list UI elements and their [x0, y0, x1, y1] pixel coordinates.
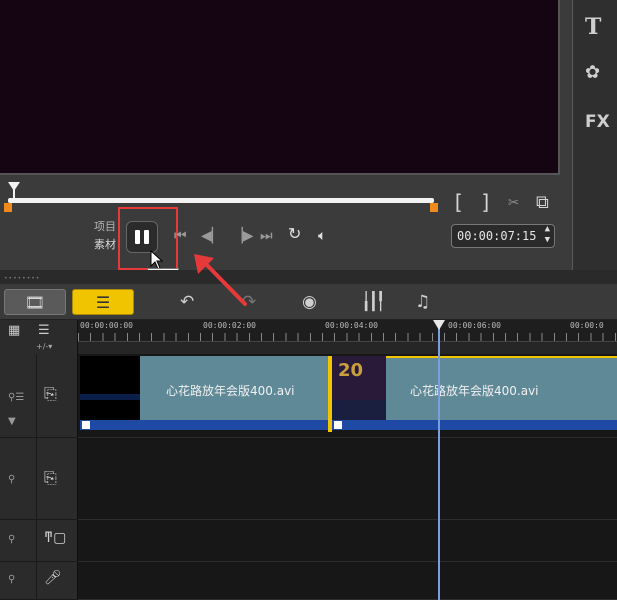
title-track-header: ⚲ ͳ▢ — [0, 520, 78, 562]
timecode-stepper-icon[interactable]: ▲ ▼ — [545, 224, 550, 246]
mode-project[interactable]: 项目 — [88, 218, 116, 236]
ruler-tick-label: 00:00:0 — [570, 321, 604, 330]
clip-thumbnail: 20 — [332, 356, 386, 420]
track-header-divider — [36, 562, 37, 599]
title-icon[interactable]: T — [585, 14, 601, 40]
ruler-tick-label: 00:00:06:00 — [448, 321, 501, 330]
overlay-track-icon: ⎘ — [44, 468, 57, 487]
track-header-controls: ▦ ☰ +/-▾ — [0, 320, 78, 354]
highlight-box — [118, 207, 178, 270]
video-track-header: ⚲☰ ▼ ⎘ — [0, 354, 78, 438]
voice-track-icon: 🎤︎ — [44, 570, 62, 586]
library-side-panel: T ✿ FX — [572, 0, 617, 270]
clip-name: 心花路放年会版400.avi — [166, 384, 295, 398]
timecode-value: 00:00:07:15 — [457, 229, 537, 243]
next-frame-icon[interactable]: ▕▶ — [232, 228, 254, 244]
audio-strip — [80, 420, 330, 430]
mouse-cursor-icon — [150, 250, 164, 270]
video-track-icon: ⎘ — [44, 384, 57, 403]
trim-end-marker[interactable] — [430, 203, 438, 212]
track-manager-icon[interactable]: ▦ — [8, 323, 20, 338]
thumbnail-art: 20 — [338, 360, 364, 381]
prev-frame-icon[interactable]: ◀▏ — [201, 228, 223, 244]
auto-music-icon[interactable]: ♫ — [415, 292, 430, 312]
annotation-arrow-icon — [194, 254, 247, 306]
storyboard-view-button[interactable]: 🎞︎ — [4, 289, 66, 315]
overlay-track-header: ⚲ ⎘ — [0, 438, 78, 520]
clip-name: 心花路放年会版400.avi — [410, 384, 539, 398]
audio-mark-icon — [82, 421, 90, 429]
scrubber-head[interactable] — [8, 182, 20, 202]
timeline-view-button[interactable]: ☰ — [72, 289, 134, 315]
ruler-gap — [78, 342, 617, 354]
overlay-track-lane[interactable] — [78, 438, 617, 520]
track-header-divider — [36, 438, 37, 519]
ruler-ticks — [78, 333, 617, 341]
voice-track-header: ⚲ 🎤︎ — [0, 562, 78, 600]
repeat-icon[interactable]: ↻ — [288, 226, 301, 242]
timeline-toolbar: 🎞︎ ☰ ↶ ↷ ◉ ╽┃╿ ♫ — [0, 284, 617, 320]
ruler-tick-label: 00:00:00:00 — [80, 321, 133, 330]
scrubber-track[interactable] — [8, 198, 434, 203]
timeline-ruler[interactable]: 00:00:00:00 00:00:02:00 00:00:04:00 00:0… — [78, 320, 617, 342]
title-track-icon: ͳ▢ — [44, 530, 67, 546]
audio-mark-icon — [334, 421, 342, 429]
voice-track-lane[interactable] — [78, 562, 617, 600]
mark-out-icon[interactable]: ] — [480, 192, 492, 212]
split-clip-icon[interactable]: ✂ — [508, 193, 519, 213]
clip-thumbnail — [80, 356, 140, 420]
playhead-handle[interactable] — [433, 320, 445, 330]
enlarge-preview-icon[interactable]: ⧉ — [536, 193, 549, 213]
track-list-icon[interactable]: ☰ — [38, 323, 50, 338]
end-icon[interactable]: ⏭ — [260, 228, 273, 244]
ruler-tick-label: 00:00:04:00 — [325, 321, 378, 330]
mode-clip[interactable]: 素材 — [88, 236, 116, 254]
splitter-grip-icon[interactable]: •••••••• — [4, 275, 40, 282]
track-header-divider — [36, 520, 37, 561]
trim-start-marker[interactable] — [4, 203, 12, 212]
ripple-edit-icon[interactable]: ⚲☰ — [8, 392, 24, 403]
panel-splitter[interactable]: •••••••• — [0, 270, 617, 284]
preview-screen — [0, 0, 560, 175]
track-visibility-icon[interactable]: ⚲ — [8, 474, 15, 485]
graphics-icon[interactable]: ✿ — [585, 62, 600, 83]
play-mode-selector[interactable]: 项目 素材 — [88, 218, 116, 254]
ruler-tick-label: 00:00:02:00 — [203, 321, 256, 330]
collapse-icon[interactable]: ▼ — [8, 416, 16, 427]
track-visibility-icon[interactable]: ⚲ — [8, 534, 15, 545]
preview-panel: [ ] ✂ ⧉ 项目 素材 ⏮ ◀▏ ▕▶ ⏭ ↻ 🔈︎ 00:00:07:15… — [0, 0, 572, 270]
track-visibility-icon[interactable]: ⚲ — [8, 574, 15, 585]
volume-icon[interactable]: 🔈︎ — [318, 228, 326, 244]
video-clip-selected[interactable]: 20 心花路放年会版400.avi — [332, 356, 617, 430]
record-capture-icon[interactable]: ◉ — [302, 292, 317, 312]
audio-strip — [332, 420, 617, 430]
timeline-icon: ☰ — [95, 292, 111, 312]
video-clip[interactable]: 心花路放年会版400.avi — [80, 356, 330, 430]
timeline-playhead[interactable] — [438, 322, 440, 600]
timecode-field[interactable]: 00:00:07:15 ▲ ▼ — [451, 224, 555, 248]
sound-mixer-icon[interactable]: ╽┃╿ — [361, 292, 386, 312]
home-icon[interactable]: ⏮ — [174, 228, 187, 244]
mark-in-icon[interactable]: [ — [452, 192, 464, 212]
zoom-controls-icon[interactable]: +/-▾ — [36, 342, 52, 351]
filmstrip-icon: 🎞︎ — [24, 292, 46, 312]
title-track-lane[interactable] — [78, 520, 617, 562]
video-track-lane[interactable]: 心花路放年会版400.avi 20 心花路放年会版400.avi — [78, 354, 617, 438]
fx-icon[interactable]: FX — [585, 112, 610, 132]
track-header-divider — [36, 354, 37, 437]
